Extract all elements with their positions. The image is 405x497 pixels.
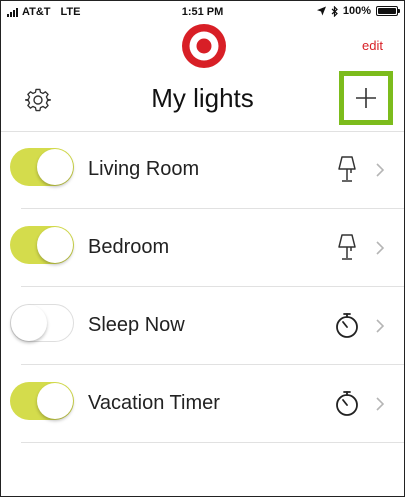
plus-icon[interactable] — [350, 82, 382, 114]
app-screen: AT&T LTE 1:51 PM 100% edit My lights Liv… — [0, 0, 405, 497]
status-right: 100% — [316, 5, 400, 17]
list-item-bedroom[interactable]: Bedroom — [1, 209, 404, 287]
location-arrow-icon — [316, 6, 326, 16]
light-name: Living Room — [88, 158, 200, 180]
lamp-icon — [338, 234, 356, 260]
bullseye-logo — [182, 24, 226, 68]
toggle-knob — [37, 383, 73, 419]
row-divider — [21, 442, 404, 443]
battery-level — [378, 8, 396, 14]
list-item-vacation-timer[interactable]: Vacation Timer — [1, 365, 404, 443]
lights-list: Living Room Bedroom Sleep Now Vacation T… — [1, 131, 404, 443]
chevron-right-icon[interactable] — [375, 240, 385, 256]
status-bar: AT&T LTE 1:51 PM 100% — [1, 1, 404, 23]
timer-icon — [336, 391, 358, 416]
chevron-right-icon[interactable] — [375, 318, 385, 334]
timer-icon — [336, 313, 358, 338]
battery-percent: 100% — [342, 5, 371, 17]
list-item-living-room[interactable]: Living Room — [1, 131, 404, 209]
light-name: Bedroom — [88, 236, 170, 258]
bluetooth-icon — [331, 5, 338, 17]
toggle-knob — [37, 227, 73, 263]
light-name: Vacation Timer — [88, 392, 220, 414]
toggle-knob — [11, 305, 47, 341]
toggle-knob — [37, 149, 73, 185]
edit-button[interactable]: edit — [362, 38, 383, 53]
power-toggle[interactable] — [10, 382, 74, 420]
power-toggle[interactable] — [10, 304, 74, 342]
lamp-icon — [338, 156, 356, 182]
list-item-sleep-now[interactable]: Sleep Now — [1, 287, 404, 365]
chevron-right-icon[interactable] — [375, 396, 385, 412]
power-toggle[interactable] — [10, 148, 74, 186]
light-name: Sleep Now — [88, 314, 185, 336]
chevron-right-icon[interactable] — [375, 162, 385, 178]
battery-icon — [376, 6, 400, 16]
power-toggle[interactable] — [10, 226, 74, 264]
